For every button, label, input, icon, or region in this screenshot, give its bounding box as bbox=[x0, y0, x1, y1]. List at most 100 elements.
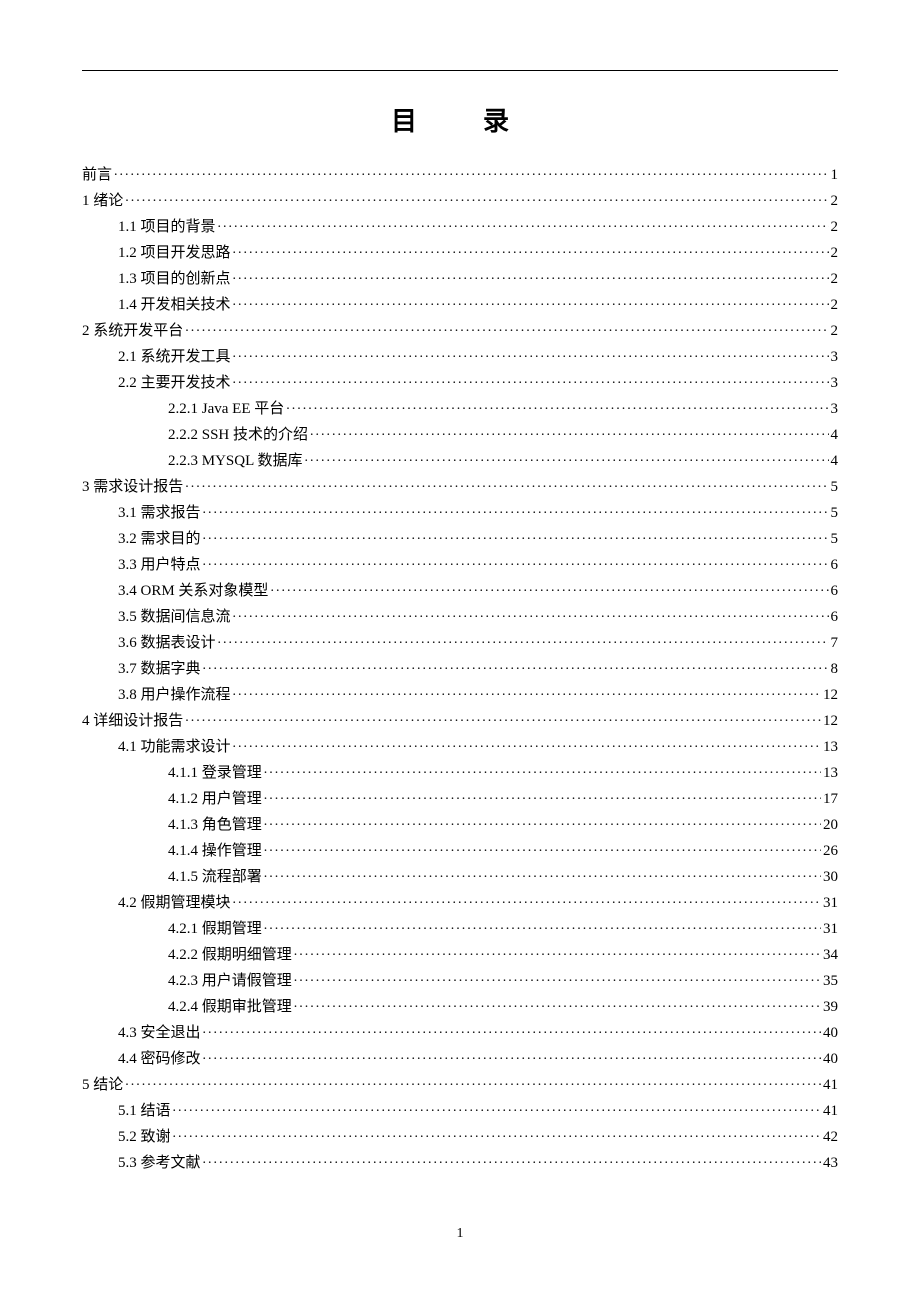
toc-leader-dots bbox=[233, 372, 829, 387]
toc-entry-label: 5 结论 bbox=[82, 1078, 123, 1093]
toc-entry-page: 4 bbox=[831, 454, 839, 469]
toc-leader-dots bbox=[233, 892, 821, 907]
toc-entry-label: 5.1 结语 bbox=[118, 1104, 171, 1119]
toc-entry: 2.1 系统开发工具 3 bbox=[82, 342, 838, 368]
toc-leader-dots bbox=[203, 658, 829, 673]
toc-leader-dots bbox=[173, 1126, 821, 1141]
toc-entry: 2.2.2 SSH 技术的介绍4 bbox=[82, 420, 838, 446]
toc-leader-dots bbox=[233, 346, 829, 361]
table-of-contents: 前言11 绪论21.1 项目的背景21.2 项目开发思路21.3 项目的创新点2… bbox=[82, 160, 838, 1174]
toc-leader-dots bbox=[185, 476, 828, 491]
toc-entry: 2.2 主要开发技术3 bbox=[82, 368, 838, 394]
toc-entry-label: 1.3 项目的创新点 bbox=[118, 272, 231, 287]
toc-entry: 4.3 安全退出40 bbox=[82, 1018, 838, 1044]
toc-entry: 前言 1 bbox=[82, 160, 838, 186]
toc-leader-dots bbox=[233, 684, 821, 699]
toc-leader-dots bbox=[203, 1152, 821, 1167]
page-number: 1 bbox=[0, 1226, 920, 1242]
toc-leader-dots bbox=[310, 424, 828, 439]
toc-entry: 3.6 数据表设计7 bbox=[82, 628, 838, 654]
toc-entry-page: 3 bbox=[831, 402, 839, 417]
toc-entry: 2.2.1 Java EE 平台3 bbox=[82, 394, 838, 420]
toc-entry-page: 2 bbox=[831, 220, 839, 235]
toc-entry-page: 41 bbox=[823, 1078, 838, 1093]
toc-leader-dots bbox=[264, 918, 821, 933]
toc-entry-label: 前言 bbox=[82, 168, 112, 183]
toc-entry-page: 12 bbox=[823, 688, 838, 703]
toc-leader-dots bbox=[233, 268, 829, 283]
toc-entry-page: 5 bbox=[831, 506, 839, 521]
toc-leader-dots bbox=[203, 528, 829, 543]
toc-entry-page: 13 bbox=[823, 740, 838, 755]
toc-entry-page: 41 bbox=[823, 1104, 838, 1119]
toc-entry: 4.2.4 假期审批管理 39 bbox=[82, 992, 838, 1018]
toc-entry-label: 3.7 数据字典 bbox=[118, 662, 201, 677]
toc-entry-label: 4.3 安全退出 bbox=[118, 1026, 201, 1041]
toc-entry: 3.5 数据间信息流6 bbox=[82, 602, 838, 628]
toc-entry-page: 3 bbox=[831, 350, 839, 365]
toc-entry-page: 31 bbox=[823, 896, 838, 911]
toc-leader-dots bbox=[173, 1100, 821, 1115]
toc-entry-label: 3 需求设计报告 bbox=[82, 480, 183, 495]
toc-entry-page: 17 bbox=[823, 792, 838, 807]
toc-leader-dots bbox=[294, 996, 821, 1011]
toc-entry-label: 4.2.4 假期审批管理 bbox=[168, 1000, 292, 1015]
toc-leader-dots bbox=[270, 580, 828, 595]
toc-entry-label: 3.2 需求目的 bbox=[118, 532, 201, 547]
toc-entry-page: 5 bbox=[831, 532, 839, 547]
toc-entry: 4.1 功能需求设计13 bbox=[82, 732, 838, 758]
toc-entry-page: 39 bbox=[823, 1000, 838, 1015]
toc-entry-label: 4.4 密码修改 bbox=[118, 1052, 201, 1067]
toc-entry-label: 2 系统开发平台 bbox=[82, 324, 183, 339]
toc-entry: 4.4 密码修改 40 bbox=[82, 1044, 838, 1070]
toc-entry-page: 26 bbox=[823, 844, 838, 859]
toc-entry-label: 4.1.1 登录管理 bbox=[168, 766, 262, 781]
toc-entry-label: 4.1.2 用户管理 bbox=[168, 792, 262, 807]
toc-entry: 4.1.1 登录管理 13 bbox=[82, 758, 838, 784]
toc-leader-dots bbox=[286, 398, 828, 413]
toc-entry-page: 8 bbox=[831, 662, 839, 677]
toc-entry-page: 2 bbox=[831, 324, 839, 339]
toc-entry-label: 2.2.2 SSH 技术的介绍 bbox=[168, 428, 308, 443]
toc-entry: 4.1.3 角色管理20 bbox=[82, 810, 838, 836]
toc-entry-label: 1.2 项目开发思路 bbox=[118, 246, 231, 261]
toc-entry: 4 详细设计报告12 bbox=[82, 706, 838, 732]
toc-entry-page: 1 bbox=[831, 168, 839, 183]
toc-entry-label: 2.2.3 MYSQL 数据库 bbox=[168, 454, 302, 469]
toc-entry: 4.2.2 假期明细管理34 bbox=[82, 940, 838, 966]
toc-entry: 3.3 用户特点6 bbox=[82, 550, 838, 576]
toc-leader-dots bbox=[264, 866, 821, 881]
toc-entry-page: 13 bbox=[823, 766, 838, 781]
toc-entry-label: 3.3 用户特点 bbox=[118, 558, 201, 573]
toc-entry: 3.1 需求报告5 bbox=[82, 498, 838, 524]
toc-entry-label: 4.2 假期管理模块 bbox=[118, 896, 231, 911]
document-page: 目 录 前言11 绪论21.1 项目的背景21.2 项目开发思路21.3 项目的… bbox=[0, 0, 920, 1302]
toc-entry-page: 34 bbox=[823, 948, 838, 963]
toc-entry: 1.3 项目的创新点2 bbox=[82, 264, 838, 290]
toc-entry-page: 2 bbox=[831, 194, 839, 209]
toc-leader-dots bbox=[264, 788, 821, 803]
toc-entry-page: 6 bbox=[831, 584, 839, 599]
toc-entry-label: 2.1 系统开发工具 bbox=[118, 350, 231, 365]
toc-entry-label: 4 详细设计报告 bbox=[82, 714, 183, 729]
toc-entry-page: 2 bbox=[831, 246, 839, 261]
toc-entry: 4.2 假期管理模块 31 bbox=[82, 888, 838, 914]
toc-entry: 5 结论 41 bbox=[82, 1070, 838, 1096]
toc-entry: 4.2.3 用户请假管理35 bbox=[82, 966, 838, 992]
toc-leader-dots bbox=[294, 970, 821, 985]
toc-entry-page: 7 bbox=[831, 636, 839, 651]
toc-leader-dots bbox=[233, 736, 821, 751]
toc-entry-page: 42 bbox=[823, 1130, 838, 1145]
toc-entry-label: 2.2 主要开发技术 bbox=[118, 376, 231, 391]
toc-leader-dots bbox=[294, 944, 821, 959]
toc-entry: 3 需求设计报告5 bbox=[82, 472, 838, 498]
toc-leader-dots bbox=[203, 554, 829, 569]
toc-entry-page: 30 bbox=[823, 870, 838, 885]
toc-entry-page: 40 bbox=[823, 1052, 838, 1067]
toc-leader-dots bbox=[203, 1048, 821, 1063]
toc-leader-dots bbox=[233, 242, 829, 257]
toc-leader-dots bbox=[264, 814, 821, 829]
toc-entry: 3.8 用户操作流程12 bbox=[82, 680, 838, 706]
toc-leader-dots bbox=[203, 502, 829, 517]
toc-entry-page: 6 bbox=[831, 610, 839, 625]
